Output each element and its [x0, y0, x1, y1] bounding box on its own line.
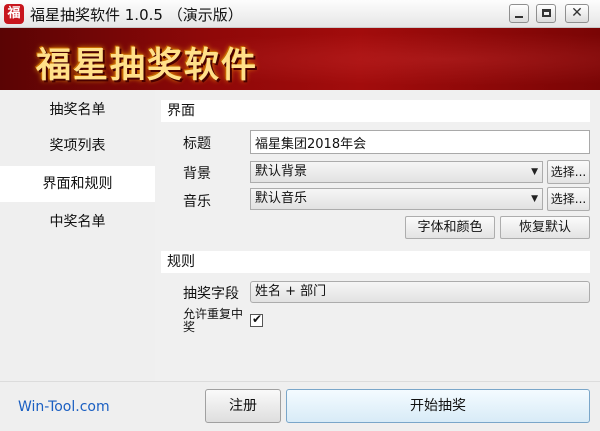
header-banner: 福星抽奖软件 — [0, 28, 600, 90]
sidebar-item-draw-list[interactable]: 抽奖名单 — [0, 92, 155, 128]
app-icon: 福 — [4, 4, 24, 24]
window-title: 福星抽奖软件 1.0.5 （演示版） — [30, 6, 243, 24]
title-bar[interactable]: 福 福星抽奖软件 1.0.5 （演示版） ✕ — [0, 0, 600, 28]
close-button[interactable]: ✕ — [565, 4, 589, 23]
dropdown-arrow-icon: ▼ — [531, 167, 538, 177]
site-link[interactable]: Win-Tool.com — [18, 399, 110, 415]
bottom-bar: Win-Tool.com 注册 开始抽奖 — [0, 381, 600, 431]
title-input[interactable] — [250, 130, 590, 154]
background-select-value: 默认背景 — [255, 164, 308, 179]
background-select[interactable]: 默认背景 ▼ — [250, 161, 543, 183]
interface-section-heading: 界面 — [161, 100, 590, 122]
maximize-button[interactable] — [536, 4, 556, 23]
rules-section-heading: 规则 — [161, 251, 590, 273]
minimize-icon — [515, 16, 523, 18]
music-browse-button[interactable]: 选择... — [547, 187, 590, 211]
draw-field-label: 抽奖字段 — [183, 286, 239, 302]
sidebar-item-prize-list[interactable]: 奖项列表 — [0, 128, 155, 164]
background-label: 背景 — [183, 166, 211, 182]
sidebar: 抽奖名单 奖项列表 界面和规则 中奖名单 — [0, 90, 155, 381]
font-and-color-button[interactable]: 字体和颜色 — [405, 216, 495, 239]
title-label: 标题 — [183, 136, 211, 152]
allow-repeat-checkbox[interactable]: ✔ — [250, 312, 263, 327]
draw-field-select[interactable]: 姓名 + 部门 — [250, 281, 590, 303]
maximize-icon — [542, 9, 551, 17]
sidebar-item-ui-and-rules[interactable]: 界面和规则 — [0, 166, 155, 202]
allow-repeat-label: 允许重复中奖 — [183, 307, 244, 334]
check-icon: ✔ — [252, 312, 263, 326]
dropdown-arrow-icon: ▼ — [531, 194, 538, 204]
sidebar-item-winner-list[interactable]: 中奖名单 — [0, 204, 155, 240]
register-button[interactable]: 注册 — [205, 389, 281, 423]
start-draw-button[interactable]: 开始抽奖 — [286, 389, 590, 423]
close-icon: ✕ — [571, 5, 583, 21]
restore-default-button[interactable]: 恢复默认 — [500, 216, 590, 239]
settings-panel: 界面 标题 背景 默认背景 ▼ 选择... 音乐 默认音乐 ▼ 选择... 字体… — [155, 90, 600, 381]
minimize-button[interactable] — [509, 4, 529, 23]
background-browse-button[interactable]: 选择... — [547, 160, 590, 184]
music-select[interactable]: 默认音乐 ▼ — [250, 188, 543, 210]
music-label: 音乐 — [183, 194, 211, 210]
banner-title: 福星抽奖软件 — [36, 46, 259, 86]
draw-field-value: 姓名 + 部门 — [255, 284, 327, 299]
music-select-value: 默认音乐 — [255, 191, 308, 206]
